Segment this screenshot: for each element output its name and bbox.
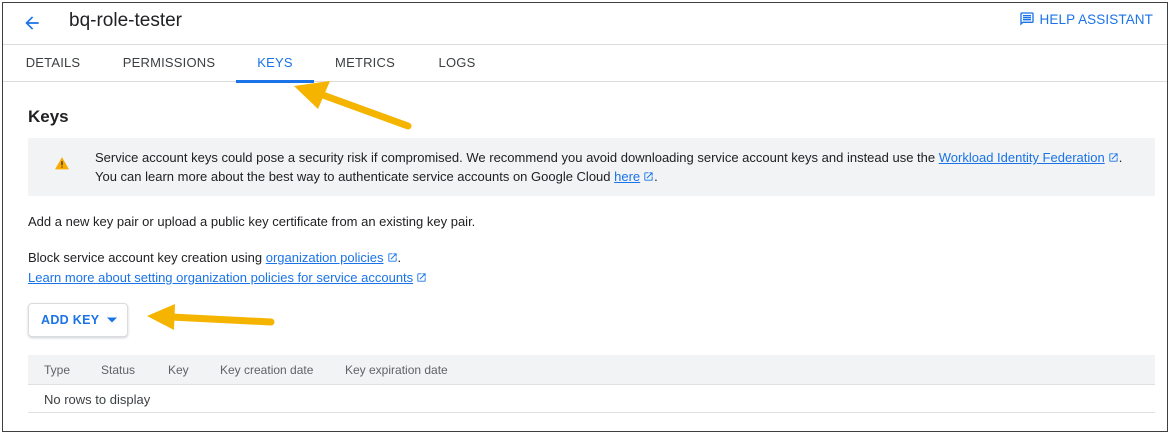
learn-more-org-policies-link[interactable]: Learn more about setting organization po… [28,270,413,285]
column-header-key[interactable]: Key [168,363,189,377]
help-assistant-button[interactable]: HELP ASSISTANT [1019,11,1153,27]
table-row: No rows to display [28,385,1155,413]
add-key-label: ADD KEY [41,313,100,327]
open-in-new-icon [644,172,653,181]
feedback-icon [1019,12,1034,26]
block-creation-text: Block service account key creation using… [28,250,401,265]
banner-end-1: . [1118,150,1123,165]
intro-text: Add a new key pair or upload a public ke… [28,214,476,229]
open-in-new-icon [417,273,426,282]
open-in-new-icon [1109,153,1118,162]
tab-bar: DETAILS PERMISSIONS KEYS METRICS LOGS [3,46,1167,83]
tab-keys[interactable]: KEYS [236,46,314,83]
empty-table-message: No rows to display [44,392,151,407]
table-header: Type Status Key Key creation date Key ex… [28,355,1155,385]
column-header-expiration-date[interactable]: Key expiration date [345,363,448,377]
warning-icon [55,157,69,170]
annotation-arrow-add-key [147,304,275,330]
column-header-type[interactable]: Type [44,363,70,377]
workload-identity-federation-link[interactable]: Workload Identity Federation [939,150,1105,165]
tab-metrics[interactable]: METRICS [325,46,405,82]
add-key-button[interactable]: ADD KEY [28,303,128,337]
authenticate-here-link[interactable]: here [614,169,640,184]
banner-line-2: You can learn more about the best way to… [95,169,658,184]
column-header-status[interactable]: Status [101,363,135,377]
section-title: Keys [28,107,69,126]
page-title: bq-role-tester [69,10,182,31]
banner-text-2: You can learn more about the best way to… [95,169,615,184]
annotation-arrow-keys-tab [294,81,412,130]
block-creation-end: . [397,250,402,265]
block-creation-label: Block service account key creation using [28,250,266,265]
tab-permissions[interactable]: PERMISSIONS [113,46,225,82]
banner-line-1: Service account keys could pose a securi… [95,150,1122,165]
tab-details[interactable]: DETAILS [15,46,91,82]
tab-logs[interactable]: LOGS [426,46,488,82]
keys-table: Type Status Key Key creation date Key ex… [28,355,1155,413]
learn-more-row: Learn more about setting organization po… [28,270,427,285]
arrow-back-icon [25,16,39,30]
open-in-new-icon [387,253,397,262]
page-header: bq-role-tester HELP ASSISTANT [3,3,1167,45]
banner-end-2: . [654,169,658,184]
back-button[interactable] [17,8,47,38]
organization-policies-link[interactable]: organization policies [266,250,384,265]
security-warning-banner: Service account keys could pose a securi… [28,138,1155,196]
caret-down-icon [107,317,118,323]
column-header-creation-date[interactable]: Key creation date [220,363,313,377]
help-assistant-label: HELP ASSISTANT [1039,11,1153,27]
banner-text-1: Service account keys could pose a securi… [95,150,939,165]
page-frame: bq-role-tester HELP ASSISTANT DETAILS PE… [2,2,1168,432]
